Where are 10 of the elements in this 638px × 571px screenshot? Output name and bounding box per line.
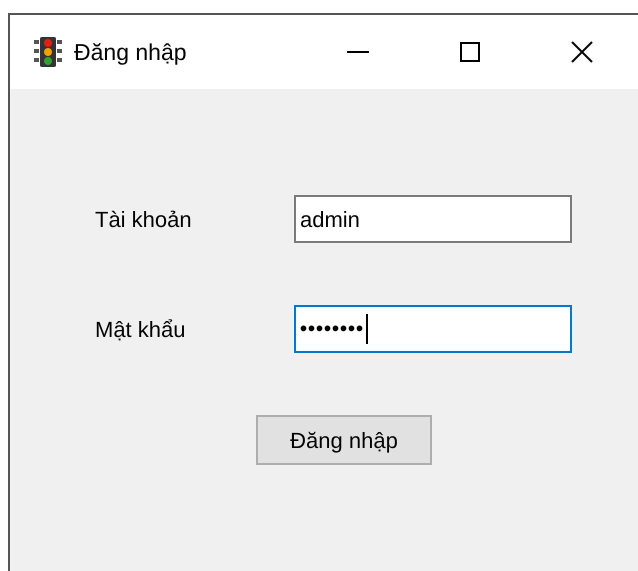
password-field[interactable]: •••••••• xyxy=(294,305,572,353)
close-icon xyxy=(571,41,593,63)
field-label: Mật khẩu xyxy=(95,316,186,344)
text-field[interactable]: admin xyxy=(294,195,572,243)
field-label: Tài khoản xyxy=(95,206,193,234)
maximize-icon xyxy=(460,42,480,62)
traffic-light-icon xyxy=(34,37,62,67)
login-button[interactable]: Đăng nhập xyxy=(256,415,432,465)
window-title: Đăng nhập xyxy=(74,38,188,67)
minimize-icon xyxy=(347,51,369,53)
